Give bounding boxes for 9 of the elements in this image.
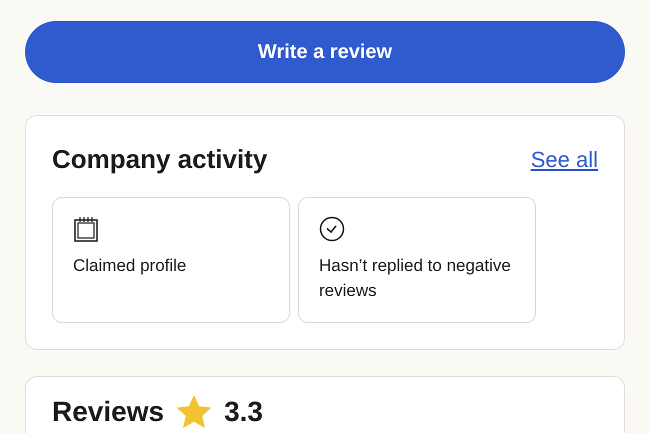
star-icon bbox=[176, 395, 212, 429]
rating-value: 3.3 bbox=[224, 396, 264, 428]
section-title: Company activity bbox=[52, 144, 268, 175]
write-review-button[interactable]: Write a review bbox=[25, 21, 625, 83]
see-all-link[interactable]: See all bbox=[530, 146, 598, 172]
calendar-icon bbox=[73, 216, 99, 242]
section-title: Reviews bbox=[52, 396, 164, 428]
activity-label: Claimed profile bbox=[73, 255, 186, 277]
activity-label: Hasn’t replied to negative reviews bbox=[319, 255, 512, 302]
